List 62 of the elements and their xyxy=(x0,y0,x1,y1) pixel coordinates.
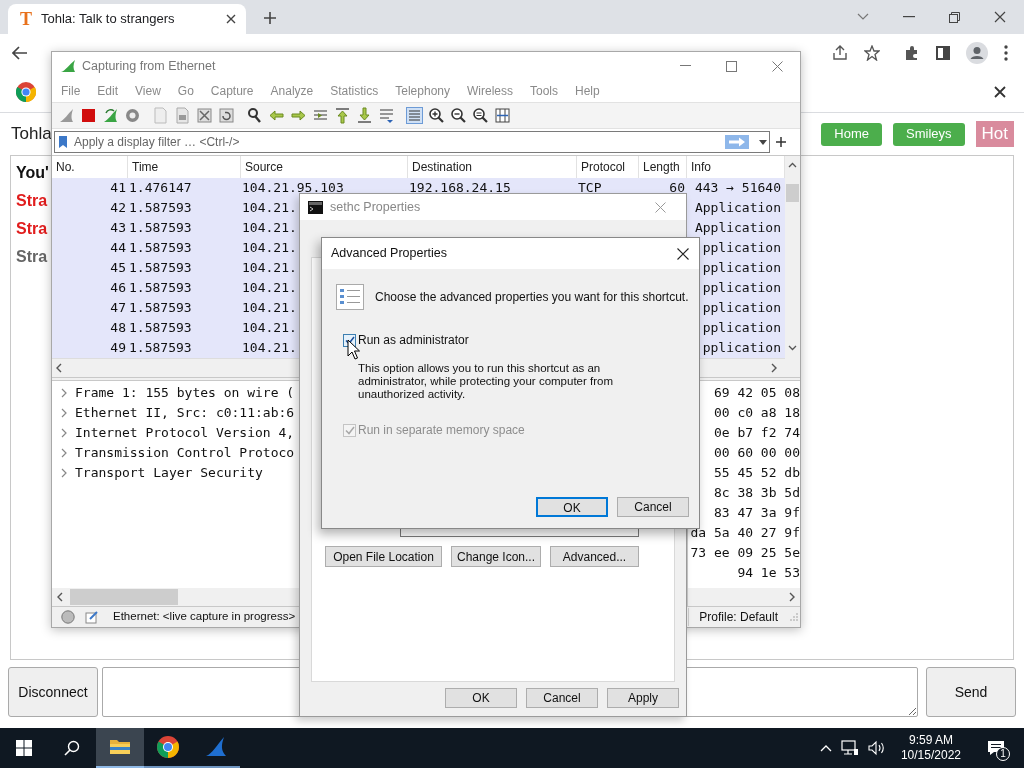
table-cell-text: 44 xyxy=(110,239,126,257)
table-cell-text: 104.21. xyxy=(242,339,297,357)
table-cell-text: 46 xyxy=(110,279,126,297)
table-cell-text: 104.21. xyxy=(242,279,297,297)
hex-bytes: 94 1e 53 xyxy=(737,564,800,582)
table-cell-text: 1.587593 xyxy=(129,239,192,257)
table-cell-text: pplication xyxy=(702,239,781,257)
table-cell-text: 1.587593 xyxy=(129,199,192,217)
table-cell-text: 104.21.95.103 xyxy=(242,179,344,197)
table-cell-text: TCP xyxy=(578,179,602,197)
table-cell-text: pplication xyxy=(702,339,781,357)
hex-bytes: da 5a 40 27 9f xyxy=(690,524,800,542)
dialog-title: Advanced Properties xyxy=(331,245,448,263)
table-cell-text: 42 xyxy=(110,199,126,217)
table-cell-text: 104.21. xyxy=(242,259,297,277)
table-cell-text: 41 xyxy=(110,179,126,197)
table-cell-text: 443 → 51640 xyxy=(694,179,781,197)
table-cell-text: 1.587593 xyxy=(129,339,192,357)
table-cell-text: 1.587593 xyxy=(129,299,192,317)
hex-bytes: 55 45 52 db xyxy=(713,464,800,482)
table-cell-text: 104.21. xyxy=(242,299,297,317)
table-cell-text: 1.587593 xyxy=(129,279,192,297)
hex-bytes: 8c 38 3b 5d xyxy=(713,484,800,502)
table-cell-text: Application xyxy=(694,199,781,217)
notification-badge: 1 xyxy=(996,747,1010,761)
hex-bytes: 73 ee 09 25 5e xyxy=(690,544,800,562)
table-cell-text: Application xyxy=(694,219,781,237)
table-cell-text: 104.21. xyxy=(242,239,297,257)
site-title: Tohla xyxy=(11,123,52,146)
hex-bytes: 0e b7 f2 74 xyxy=(713,424,800,442)
table-cell-text: 47 xyxy=(110,299,126,317)
chat-message: Stra xyxy=(16,247,48,267)
table-cell-text: 43 xyxy=(110,219,126,237)
status-text: Ethernet: <live capture in progress> xyxy=(113,609,296,625)
table-cell-text: pplication xyxy=(702,259,781,277)
prompt-text: Choose the advanced properties you want for this shortcut. xyxy=(375,289,689,306)
dialog-title: sethc Properties xyxy=(330,198,421,216)
table-cell-text: pplication xyxy=(702,279,781,297)
table-cell-text: 104.21. xyxy=(242,319,297,337)
chat-message: Stra xyxy=(16,219,48,239)
table-cell-text: pplication xyxy=(702,319,781,337)
table-cell-text: 60 xyxy=(669,179,685,197)
table-cell-text: 1.587593 xyxy=(129,219,192,237)
table-cell-text: 48 xyxy=(110,319,126,337)
table-cell-text: 49 xyxy=(110,339,126,357)
window-title: Capturing from Ethernet xyxy=(82,57,216,75)
table-cell-text: 104.21. xyxy=(242,219,297,237)
table-cell-text: 1.587593 xyxy=(129,319,192,337)
table-cell-text: pplication xyxy=(702,299,781,317)
hex-bytes: 00 c0 a8 18 xyxy=(713,404,800,422)
chat-message: Stra xyxy=(16,191,48,211)
table-cell-text: 192.168.24.15 xyxy=(409,179,511,197)
table-cell-text: 45 xyxy=(110,259,126,277)
option-description: This option allows you to run this shortcut as an administrator, while protecting your computer from unauthorized activity. xyxy=(358,362,615,401)
hex-bytes: 83 47 3a 9f xyxy=(713,504,800,522)
favicon: T xyxy=(20,10,32,28)
table-cell-text: 1.476147 xyxy=(129,179,192,197)
chat-message: You' xyxy=(16,163,49,183)
hex-bytes: 00 60 00 00 xyxy=(713,444,800,462)
table-cell-text: 104.21. xyxy=(242,199,297,217)
table-cell-text: 1.587593 xyxy=(129,259,192,277)
hex-bytes: 69 42 05 08 xyxy=(713,384,800,402)
